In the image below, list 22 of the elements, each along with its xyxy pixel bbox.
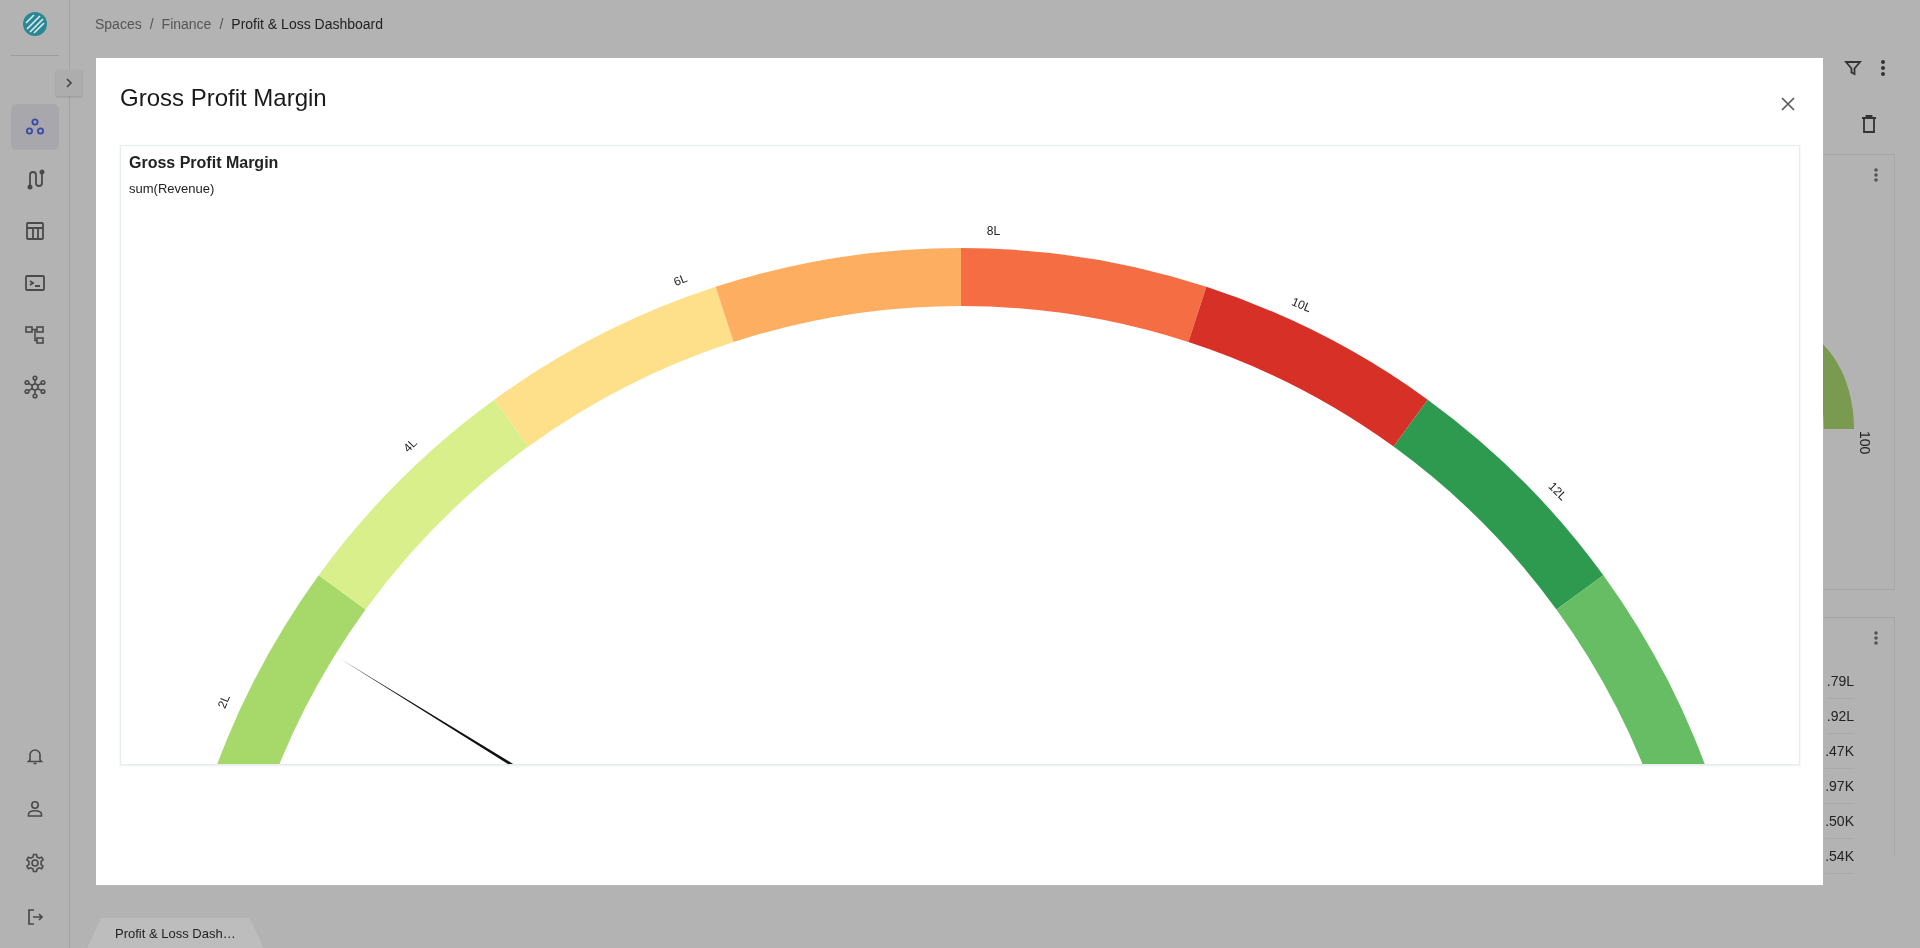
table-cell: .97K: [1825, 769, 1854, 804]
chart-title: Gross Profit Margin: [128, 153, 280, 172]
breadcrumb-link[interactable]: Finance: [161, 16, 212, 32]
breadcrumb-link[interactable]: Profit & Loss Dashboard: [231, 16, 384, 32]
table-cell: .47K: [1825, 734, 1854, 769]
gauge-tick-label: 2L: [214, 692, 233, 711]
gauge-tick-label: 10L: [1289, 294, 1314, 316]
table-cell: .79L: [1826, 664, 1854, 699]
modal-title: Gross Profit Margin: [120, 84, 327, 112]
table-cell: .54K: [1825, 839, 1854, 874]
gauge-tick-label: 12L: [1545, 479, 1570, 504]
table-cell: .50K: [1825, 804, 1854, 839]
breadcrumb-separator: /: [149, 16, 154, 32]
chart-subtitle: sum(Revenue): [128, 180, 216, 196]
gauge-tick-label: 8L: [986, 223, 1001, 238]
gauge-tick-label: 6L: [671, 271, 690, 290]
breadcrumb-link[interactable]: Spaces: [95, 16, 142, 32]
gauge-label: 100: [1857, 431, 1873, 455]
table-cell: .92L: [1826, 699, 1854, 734]
dashboard-tab[interactable]: Profit & Loss Dash…: [87, 918, 264, 948]
gauge-tick-label: 4L: [400, 435, 420, 456]
breadcrumb-separator: /: [219, 16, 224, 32]
